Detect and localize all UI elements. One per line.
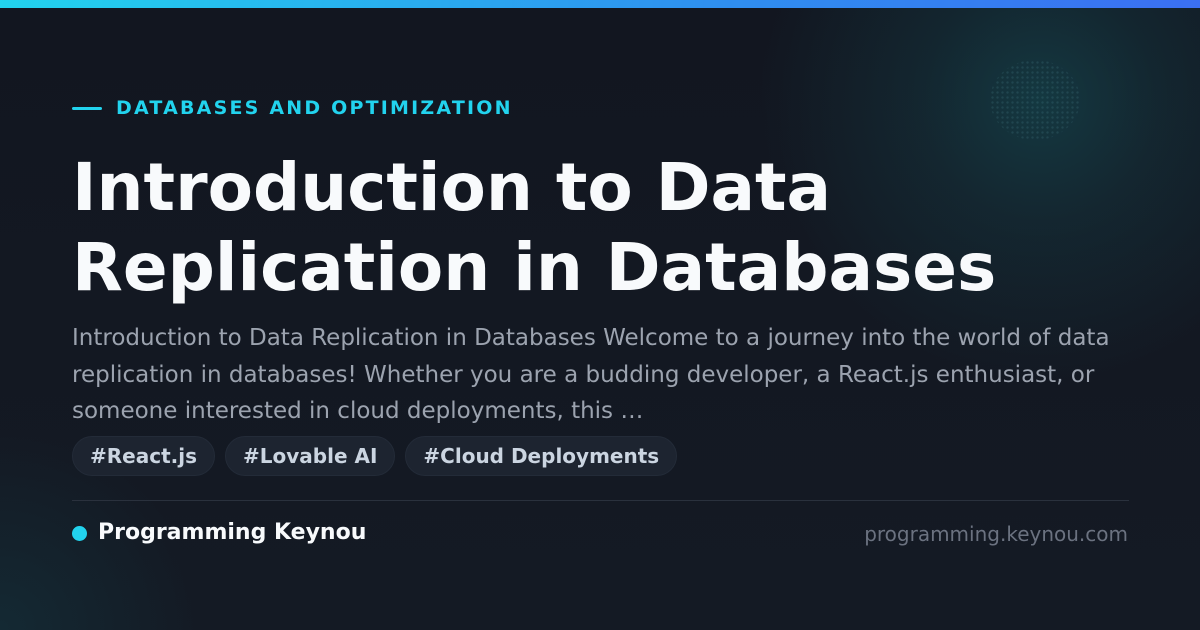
accent-top-bar — [0, 0, 1200, 8]
footer-divider — [72, 500, 1129, 501]
social-share-card: DATABASES AND OPTIMIZATION Introduction … — [0, 0, 1200, 630]
tag-cloud-deployments: #Cloud Deployments — [405, 436, 678, 476]
brand-dot-icon — [72, 525, 87, 541]
tag-lovable-ai: #Lovable AI — [225, 436, 396, 476]
post-title: Introduction to Data Replication in Data… — [72, 149, 997, 306]
category-row: DATABASES AND OPTIMIZATION — [72, 96, 513, 120]
site-url: programming.keynou.com — [864, 522, 1128, 546]
tag-react-js: #React.js — [72, 436, 215, 476]
tag-list: #React.js #Lovable AI #Cloud Deployments — [72, 436, 678, 476]
brand: Programming Keynou — [72, 518, 366, 548]
category-label: DATABASES AND OPTIMIZATION — [116, 97, 513, 119]
brand-name: Programming Keynou — [98, 520, 367, 545]
post-excerpt: Introduction to Data Replication in Data… — [72, 325, 1110, 424]
decorative-dot-pattern — [990, 60, 1080, 140]
category-dash-icon — [72, 106, 102, 110]
